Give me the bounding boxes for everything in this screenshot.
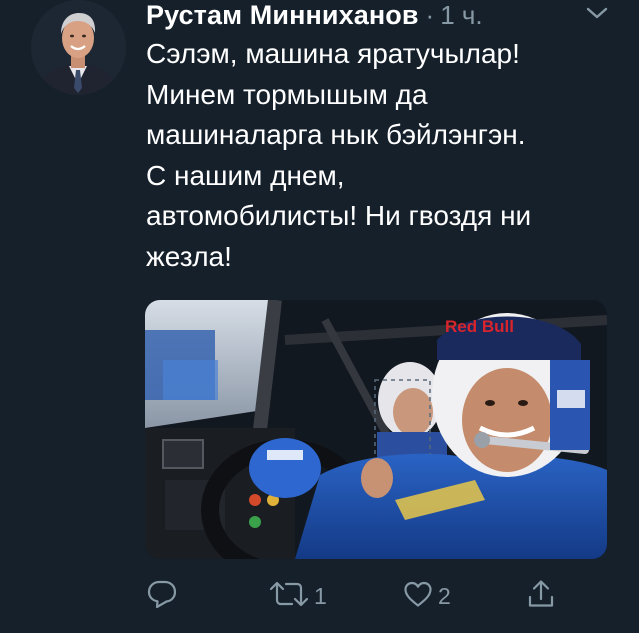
tweet-photo[interactable]: Red Bull	[145, 300, 607, 559]
retweet-icon	[268, 578, 310, 615]
timestamp[interactable]: 1 ч.	[440, 0, 482, 31]
tweet-text-line: жезла!	[146, 240, 232, 272]
author-avatar[interactable]	[31, 0, 126, 95]
retweet-count: 1	[314, 582, 327, 609]
retweet-button[interactable]: 1	[268, 576, 327, 616]
tweet-text-line: С нашим днем,	[146, 159, 345, 191]
reply-icon	[146, 578, 178, 615]
tweet: Рустам Минниханов · 1 ч. Сэлэм, машина я…	[0, 0, 639, 633]
tweet-text-line: машиналарга нык бэйлэнгэн.	[146, 119, 526, 150]
chevron-down-icon[interactable]	[584, 2, 610, 24]
meta-separator: ·	[425, 0, 435, 30]
avatar-image	[31, 0, 126, 95]
tweet-actions: 1 2	[0, 576, 639, 616]
share-icon	[525, 578, 557, 615]
tweet-text-line: Сэлэм, машина яратучылар!	[146, 38, 520, 69]
tweet-text-line: Минем тормышым да	[146, 78, 428, 110]
reply-button[interactable]	[146, 576, 178, 616]
tweet-header: Рустам Минниханов · 1 ч.	[146, 0, 483, 30]
tweet-text: Сэлэм, машина яратучылар! Минем тормышым…	[146, 34, 616, 277]
helmet-logo: Red Bull	[445, 317, 514, 336]
heart-icon	[402, 578, 434, 615]
share-button[interactable]	[525, 576, 557, 616]
like-button[interactable]: 2	[402, 576, 451, 616]
rally-driver-photo: Red Bull	[145, 300, 607, 559]
author-name[interactable]: Рустам Минниханов	[146, 0, 419, 31]
like-count: 2	[438, 582, 451, 609]
tweet-text-line: автомобилисты! Ни гвоздя ни	[146, 200, 532, 231]
